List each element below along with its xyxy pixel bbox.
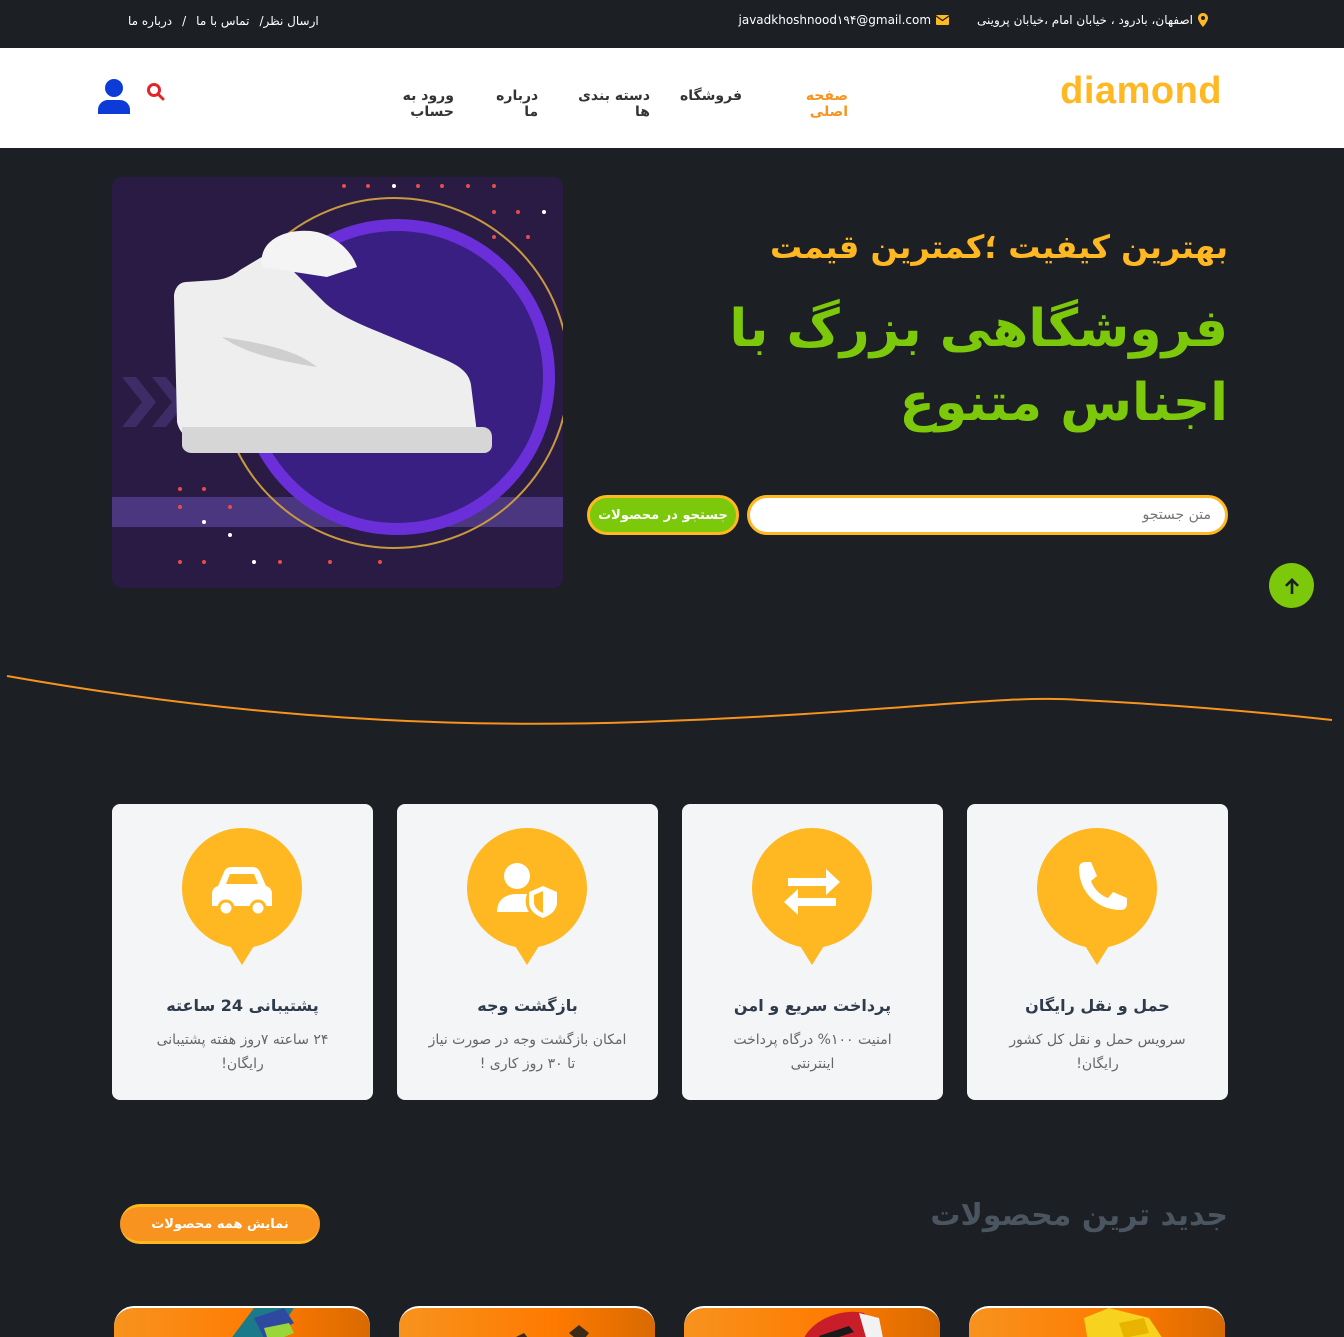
map-marker-icon (1198, 13, 1208, 27)
feature-card-secure-payment: پرداخت سریع و امن امنیت ۱۰۰% درگاه پرداخ… (682, 804, 943, 1100)
show-all-products-button[interactable]: نمایش همه محصولات (120, 1204, 320, 1244)
site-logo[interactable]: diamond (1060, 70, 1222, 113)
nav-item-about[interactable]: درباره ما (484, 88, 538, 120)
feature-title: حمل و نقل رایگان (1025, 996, 1170, 1015)
email-text[interactable]: javadkhoshnood۱۹۴@gmail.com (739, 13, 932, 27)
product-image (232, 1308, 294, 1337)
feature-description: ۲۴ ساعته ۷روز هفته پشتیبانی رایگان! (156, 1032, 329, 1072)
main-nav: صفحه اصلی فروشگاه دسته بندی ها درباره ما… (365, 88, 848, 120)
email-item[interactable]: javadkhoshnood۱۹۴@gmail.com (739, 13, 950, 27)
nav-item-home[interactable]: صفحه اصلی (772, 88, 848, 120)
product-card[interactable] (969, 1306, 1225, 1337)
feature-description: امکان بازگشت وجه در صورت نیاز تا ۳۰ روز … (428, 1032, 627, 1072)
nav-item-shop[interactable]: فروشگاه (680, 88, 742, 120)
feature-card-refund: بازگشت وجه امکان بازگشت وجه در صورت نیاز… (397, 804, 658, 1100)
feature-title: بازگشت وجه (477, 996, 578, 1015)
newest-products-title: جدید ترین محصولات (930, 1198, 1228, 1233)
top-link-separator: / (182, 14, 187, 28)
main-header: diamond صفحه اصلی فروشگاه دسته بندی ها د… (0, 48, 1344, 148)
hero-title: فروشگاهی بزرگ با اجناس متنوع (729, 299, 1228, 433)
top-link-feedback[interactable]: /ارسال نظر (259, 14, 318, 28)
product-image (516, 1325, 589, 1337)
product-card[interactable] (399, 1306, 655, 1337)
hero-subtitle: بهترین کیفیت ؛کمترین قیمت (770, 228, 1228, 266)
phone-icon (1037, 828, 1157, 965)
feature-card-free-shipping: حمل و نقل رایگان سرویس حمل و نقل کل کشور… (967, 804, 1228, 1100)
decorative-wave (6, 675, 1333, 725)
top-contact-info: اصفهان، بادرود ، خیابان امام ،خیابان پرو… (739, 13, 1208, 27)
arrow-up-icon (1284, 577, 1299, 594)
nav-item-categories[interactable]: دسته بندی ها (568, 88, 650, 120)
exchange-icon (752, 828, 872, 965)
hero-search-input[interactable] (747, 495, 1228, 535)
envelope-icon (936, 15, 950, 25)
top-links: درباره ما / تماس با ما /ارسال نظر (128, 14, 319, 28)
nav-item-login[interactable]: ورود به حساب (365, 88, 454, 120)
address-item: اصفهان، بادرود ، خیابان امام ،خیابان پرو… (977, 13, 1208, 27)
top-link-about[interactable]: درباره ما (128, 14, 172, 28)
user-shield-icon (467, 828, 587, 965)
user-icon[interactable] (98, 78, 130, 114)
product-card[interactable] (684, 1306, 940, 1337)
hero-shoe-image (112, 177, 563, 588)
feature-title: پرداخت سریع و امن (733, 996, 892, 1015)
feature-title: پشتیبانی 24 ساعته (166, 996, 319, 1015)
feature-card-support: پشتیبانی 24 ساعته ۲۴ ساعته ۷روز هفته پشت… (112, 804, 373, 1100)
search-icon[interactable] (146, 82, 166, 102)
car-icon (182, 828, 302, 965)
address-text: اصفهان، بادرود ، خیابان امام ،خیابان پرو… (977, 13, 1193, 27)
feature-description: سرویس حمل و نقل کل کشور رایگان! (1009, 1032, 1186, 1072)
product-image (1084, 1308, 1162, 1337)
product-card[interactable] (114, 1306, 370, 1337)
hero-search-button[interactable]: جستجو در محصولات (587, 495, 739, 535)
top-link-contact[interactable]: تماس با ما (196, 14, 249, 28)
product-image (804, 1311, 884, 1337)
scroll-to-top-button[interactable] (1269, 563, 1314, 608)
top-bar: درباره ما / تماس با ما /ارسال نظر اصفهان… (100, 0, 1240, 48)
feature-description: امنیت ۱۰۰% درگاه پرداخت اینترنتی (733, 1032, 892, 1072)
